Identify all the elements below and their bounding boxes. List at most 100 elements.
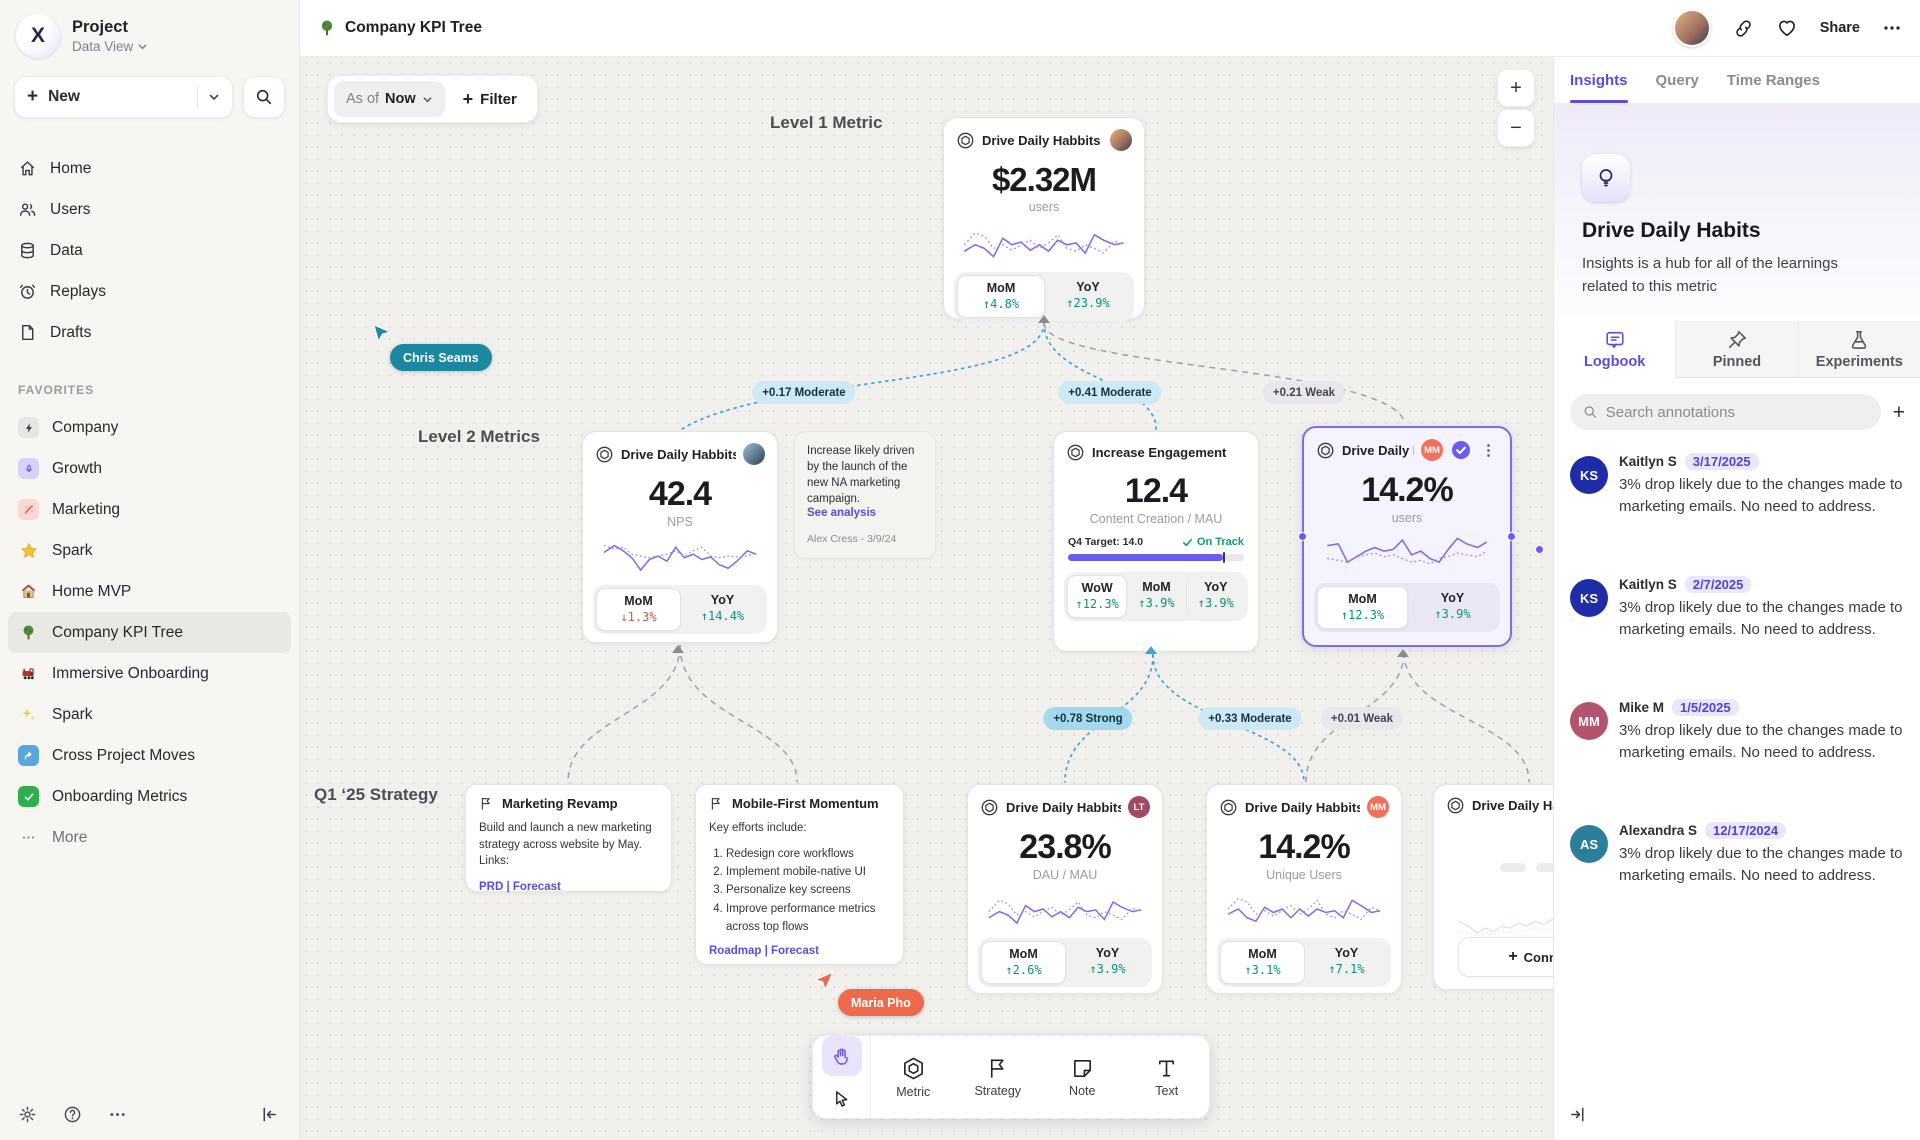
sidebar-item-users[interactable]: Users (8, 189, 291, 230)
zoom-out-button[interactable]: − (1497, 109, 1535, 147)
sidebar-item-label: Replays (50, 283, 106, 301)
sidebar-item-data[interactable]: Data (8, 230, 291, 271)
sidebar-item-onboarding-metrics[interactable]: Onboarding Metrics (8, 776, 291, 817)
settings-gear-icon[interactable] (18, 1105, 37, 1124)
subtab-experiments[interactable]: Experiments (1798, 321, 1920, 378)
resize-handle-left[interactable] (1298, 532, 1307, 541)
annotation-item[interactable]: KS Kaitlyn S2/7/2025 3% drop likely due … (1570, 576, 1905, 641)
tab-insights[interactable]: Insights (1570, 57, 1628, 103)
strategy-card-mobile-first[interactable]: Mobile-First Momentum Key efforts includ… (695, 784, 904, 965)
strategy-card-marketing-revamp[interactable]: Marketing Revamp Build and launch a new … (465, 784, 672, 892)
new-button-label: New (48, 88, 187, 106)
card-menu-icon[interactable]: ⋮ (1479, 443, 1498, 458)
stat-mom[interactable]: MoM ↓1.3% (596, 588, 681, 631)
tab-time-ranges[interactable]: Time Ranges (1727, 57, 1820, 103)
help-icon[interactable] (63, 1105, 82, 1124)
canvas-note[interactable]: Increase likely driven by the launch of … (794, 431, 936, 559)
strategy-links[interactable]: PRD | Forecast (479, 881, 658, 893)
stat-mom[interactable]: MoM ↑4.8% (957, 275, 1045, 318)
annotation-search[interactable] (1570, 394, 1881, 430)
stat-mom[interactable]: MoM ↑12.3% (1317, 586, 1408, 629)
add-strategy-tool[interactable]: Strategy (956, 1057, 1041, 1098)
stat-mom[interactable]: MoM ↑3.1% (1220, 941, 1305, 984)
sidebar-item-company-kpi-tree[interactable]: Company KPI Tree (8, 612, 291, 653)
stat-yoy[interactable]: YoY ↑3.9% (1186, 575, 1245, 618)
sidebar-item-cross-project-moves[interactable]: Cross Project Moves (8, 735, 291, 776)
stat-mom[interactable]: MoM ↑3.9% (1127, 575, 1185, 618)
collapse-arrow[interactable] (672, 645, 684, 653)
sidebar-item-more[interactable]: More (8, 817, 291, 858)
annotation-item[interactable]: AS Alexandra S12/17/2024 3% drop likely … (1570, 822, 1905, 887)
new-button[interactable]: + New (14, 76, 233, 118)
more-options-icon[interactable] (108, 1105, 127, 1124)
sidebar-item-drafts[interactable]: Drafts (8, 312, 291, 353)
connect-button[interactable]: + Connect (1458, 937, 1553, 977)
tool-label: Strategy (974, 1084, 1021, 1098)
collapse-arrow[interactable] (1038, 315, 1050, 323)
sidebar-item-marketing[interactable]: Marketing (8, 489, 291, 530)
train-icon (18, 663, 39, 684)
metric-card-engagement[interactable]: Increase Engagement 12.4 Content Creatio… (1053, 431, 1259, 652)
add-text-tool[interactable]: Text (1125, 1057, 1210, 1098)
zoom-in-button[interactable]: + (1497, 69, 1535, 107)
annotation-avatar: KS (1570, 579, 1608, 617)
stat-yoy[interactable]: YoY ↑3.9% (1066, 941, 1149, 984)
strategy-links[interactable]: Roadmap | Forecast (709, 945, 890, 957)
filter-button[interactable]: + Filter (449, 81, 531, 117)
page-title: Company KPI Tree (300, 19, 482, 37)
stat-yoy[interactable]: YoY ↑14.4% (681, 588, 764, 631)
collapse-sidebar-icon[interactable] (260, 1105, 279, 1124)
project-view-selector[interactable]: Data View (72, 39, 148, 54)
add-metric-tool[interactable]: Metric (871, 1056, 956, 1099)
user-avatar[interactable] (1673, 9, 1711, 47)
add-annotation-button[interactable]: + (1893, 402, 1905, 423)
owner-badge: MM (1421, 439, 1443, 461)
stat-mom[interactable]: MoM ↑2.6% (981, 941, 1066, 984)
annotation-item[interactable]: KS Kaitlyn S3/17/2025 3% drop likely due… (1570, 453, 1905, 518)
annotation-search-input[interactable] (1606, 404, 1868, 421)
sidebar-item-immersive-onboarding[interactable]: Immersive Onboarding (8, 653, 291, 694)
copy-link-icon[interactable] (1733, 18, 1754, 39)
select-tool-button[interactable] (822, 1078, 862, 1118)
search-button[interactable] (243, 76, 285, 118)
chevron-down-icon[interactable] (208, 91, 220, 103)
metric-card-unique-users[interactable]: Drive Daily Habbits MM 14.2% Unique User… (1206, 784, 1402, 994)
sidebar-item-replays[interactable]: Replays (8, 271, 291, 312)
owner-badge: MM (1367, 796, 1389, 818)
see-analysis-link[interactable]: See analysis (807, 507, 923, 519)
sidebar-item-company[interactable]: Company (8, 407, 291, 448)
sidebar-item-growth[interactable]: Growth (8, 448, 291, 489)
metric-card-dau[interactable]: Drive Daily Habbits LT 23.8% DAU / MAU M… (967, 784, 1163, 994)
subtab-logbook[interactable]: Logbook (1554, 321, 1675, 378)
tab-query[interactable]: Query (1656, 57, 1699, 103)
project-switcher[interactable]: X Project Data View (0, 0, 299, 68)
kpi-tree-canvas[interactable]: As of Now + Filter + − Level 1 Metric Le… (300, 57, 1553, 1140)
hand-tool-button[interactable] (822, 1036, 862, 1076)
resize-handle-right[interactable] (1507, 532, 1516, 541)
sidebar-item-spark-2[interactable]: Spark (8, 694, 291, 735)
collapse-panel-icon[interactable] (1568, 1105, 1587, 1124)
sidebar-item-home[interactable]: Home (8, 148, 291, 189)
subtab-pinned[interactable]: Pinned (1675, 321, 1797, 378)
stat-yoy[interactable]: YoY ↑7.1% (1305, 941, 1388, 984)
share-button[interactable]: Share (1820, 20, 1860, 36)
collapse-arrow[interactable] (1397, 649, 1409, 657)
annotation-item[interactable]: MM Mike M1/5/2025 3% drop likely due to … (1570, 699, 1905, 764)
metric-card-nps[interactable]: Drive Daily Habbits 42.4 NPS MoM ↓1.3% Y… (582, 431, 778, 643)
sidebar-item-home-mvp[interactable]: Home MVP (8, 571, 291, 612)
metric-card-level1[interactable]: Drive Daily Habbits $2.32M users MoM ↑4.… (943, 117, 1145, 319)
connector-dot[interactable] (1535, 545, 1544, 554)
collapse-arrow[interactable] (1145, 646, 1157, 654)
edge-weight-label: +0.17 Moderate (752, 381, 855, 404)
insight-metric-description: Insights is a hub for all of the learnin… (1582, 253, 1882, 298)
as-of-dropdown[interactable]: As of Now (334, 81, 445, 117)
add-note-tool[interactable]: Note (1040, 1057, 1125, 1098)
stat-wow[interactable]: WoW ↑12.3% (1067, 575, 1127, 618)
favorite-heart-icon[interactable] (1776, 17, 1798, 39)
metric-card-unconnected[interactable]: Drive Daily Hab + Connect (1433, 784, 1553, 990)
sidebar-item-spark[interactable]: Spark (8, 530, 291, 571)
stat-yoy[interactable]: YoY ↑3.9% (1408, 586, 1497, 629)
more-options-icon[interactable] (1882, 18, 1902, 38)
metric-card-selected[interactable]: Drive Daily Habb.. MM ⋮ 14.2% users MoM … (1302, 426, 1512, 647)
stat-yoy[interactable]: YoY ↑23.9% (1045, 275, 1131, 318)
